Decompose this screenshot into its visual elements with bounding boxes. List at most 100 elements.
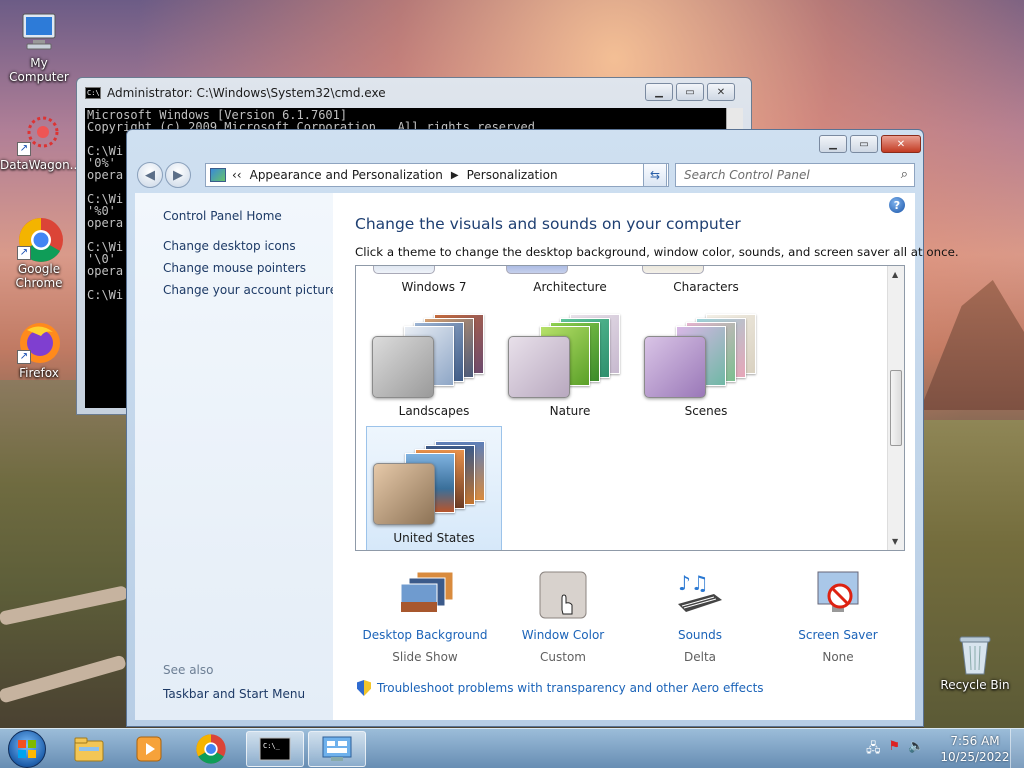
folder-icon [74,737,104,762]
datawagon-icon: ↗ [17,112,61,156]
desktop-icon-recycle-bin[interactable]: Recycle Bin [936,632,1014,692]
themes-scrollbar[interactable]: ▲ ▼ [887,266,904,550]
shield-icon [357,680,371,696]
search-placeholder: Search Control Panel [684,168,810,182]
scroll-up-icon[interactable]: ▲ [892,270,898,279]
taskbar-explorer[interactable] [60,731,118,767]
navigation-bar: ◀ ▶ ‹‹ Appearance and Personalization ▶ … [135,160,915,190]
search-icon[interactable]: ⌕ [901,167,908,182]
theme-united-states[interactable]: United States [366,426,502,550]
theme-label: Landscapes [398,404,470,418]
desktop-icon-label: My Computer [9,56,69,84]
taskbar-media-player[interactable] [120,731,178,767]
sounds-setting[interactable]: ♪♫ Sounds Delta [635,570,765,664]
taskbar-control-panel[interactable] [308,731,366,767]
cp-caption-buttons: ▁ ▭ ✕ [819,135,921,153]
cmd-minimize-button[interactable]: ▁ [645,83,673,101]
page-title: Change the visuals and sounds on your co… [355,215,741,233]
setting-value: Slide Show [392,650,458,664]
breadcrumb-personalization[interactable]: Personalization [467,168,558,182]
link-change-desktop-icons[interactable]: Change desktop icons [163,239,333,253]
volume-icon[interactable]: 🔈 [908,739,924,761]
taskbar-chrome[interactable] [182,731,240,767]
link-control-panel-home[interactable]: Control Panel Home [163,209,333,223]
desktop-icon-label: Recycle Bin [940,678,1010,692]
theme-landscapes[interactable]: Landscapes [366,300,502,424]
cmd-maximize-button[interactable]: ▭ [676,83,704,101]
link-taskbar-start-menu[interactable]: Taskbar and Start Menu [163,687,305,701]
taskbar-cmd[interactable]: C:\_ [246,731,304,767]
computer-icon [17,10,61,54]
setting-title[interactable]: Desktop Background [360,628,490,642]
troubleshoot-link[interactable]: Troubleshoot problems with transparency … [357,680,764,696]
themes-list[interactable]: Windows 7 Architecture Characters Landsc… [355,265,905,551]
control-panel-icon [322,736,352,761]
refresh-button[interactable]: ⇆ [643,163,667,187]
scrollbar-thumb[interactable] [890,370,902,446]
shortcut-arrow-icon: ↗ [17,350,31,364]
theme-nature[interactable]: Nature [502,300,638,424]
cp-close-button[interactable]: ✕ [881,135,921,153]
cmd-close-button[interactable]: ✕ [707,83,735,101]
address-overflow[interactable]: ‹‹ [232,168,242,182]
personalization-window[interactable]: ▁ ▭ ✕ ◀ ▶ ‹‹ Appearance and Personalizat… [126,129,959,727]
clock[interactable]: 7:56 AM 10/25/2022 [940,733,1010,765]
theme-scenes[interactable]: Scenes [638,300,774,424]
setting-value: Delta [683,650,716,664]
close-icon: ✕ [716,86,726,98]
chrome-icon [196,734,226,764]
desktop-icon-my-computer[interactable]: My Computer [0,10,78,84]
theme-preview [508,308,632,398]
screen-saver-setting[interactable]: Screen Saver None [773,570,903,664]
desktop-background-setting[interactable]: Desktop Background Slide Show [360,570,490,664]
search-input[interactable]: Search Control Panel ⌕ [675,163,915,187]
shortcut-arrow-icon: ↗ [17,246,31,260]
cp-maximize-button[interactable]: ▭ [850,135,878,153]
link-change-mouse-pointers[interactable]: Change mouse pointers [163,261,333,275]
link-change-account-picture[interactable]: Change your account picture [163,283,337,297]
cmd-icon: C:\ [85,87,101,99]
theme-architecture-thumb [506,266,568,274]
setting-title[interactable]: Sounds [635,628,765,642]
refresh-icon: ⇆ [649,168,661,182]
network-icon[interactable]: 🖧 [866,739,881,761]
setting-title[interactable]: Screen Saver [773,628,903,642]
desktop-icon-chrome[interactable]: ↗ Google Chrome [0,216,78,290]
scroll-down-icon[interactable]: ▼ [892,537,898,546]
forward-button[interactable]: ▶ [165,162,191,188]
left-pane: Control Panel Home Change desktop icons … [135,193,337,720]
troubleshoot-text: Troubleshoot problems with transparency … [377,681,764,695]
theme-architecture[interactable]: Architecture [502,280,638,294]
window-color-setting[interactable]: Window Color Custom [498,570,628,664]
back-button[interactable]: ◀ [137,162,163,188]
desktop-icon-firefox[interactable]: ↗ Firefox [0,320,78,380]
forward-arrow-icon: ▶ [173,167,183,183]
close-icon: ✕ [896,138,906,150]
see-also-label: See also [163,663,214,677]
cmd-caption-buttons: ▁ ▭ ✕ [645,83,735,101]
theme-preview [372,308,496,398]
minimize-icon: ▁ [655,86,663,98]
desktop-icon-datawagon[interactable]: ↗ DataWagon... [0,112,81,172]
recycle-bin-icon [953,632,997,676]
maximize-icon: ▭ [859,138,869,150]
cp-minimize-button[interactable]: ▁ [819,135,847,153]
theme-characters[interactable]: Characters [638,280,774,294]
theme-preview [373,435,497,525]
setting-value: None [822,650,854,664]
address-bar[interactable]: ‹‹ Appearance and Personalization ▶ Pers… [205,163,669,187]
breadcrumb-separator-icon[interactable]: ▶ [451,170,459,181]
desktop-background-icon [399,570,454,622]
breadcrumb-appearance[interactable]: Appearance and Personalization [250,168,443,182]
setting-title[interactable]: Window Color [498,628,628,642]
svg-text:C:\_: C:\_ [263,742,281,750]
media-player-icon [136,736,162,762]
windows-logo-icon [18,740,36,758]
clock-date: 10/25/2022 [940,750,1010,764]
start-button[interactable] [8,730,46,768]
help-icon[interactable]: ? [889,197,905,213]
action-center-flag-icon[interactable]: ⚑ [889,739,901,761]
theme-windows7[interactable]: Windows 7 [366,280,502,294]
clock-time: 7:56 AM [950,734,1000,748]
show-desktop-button[interactable] [1010,729,1024,768]
